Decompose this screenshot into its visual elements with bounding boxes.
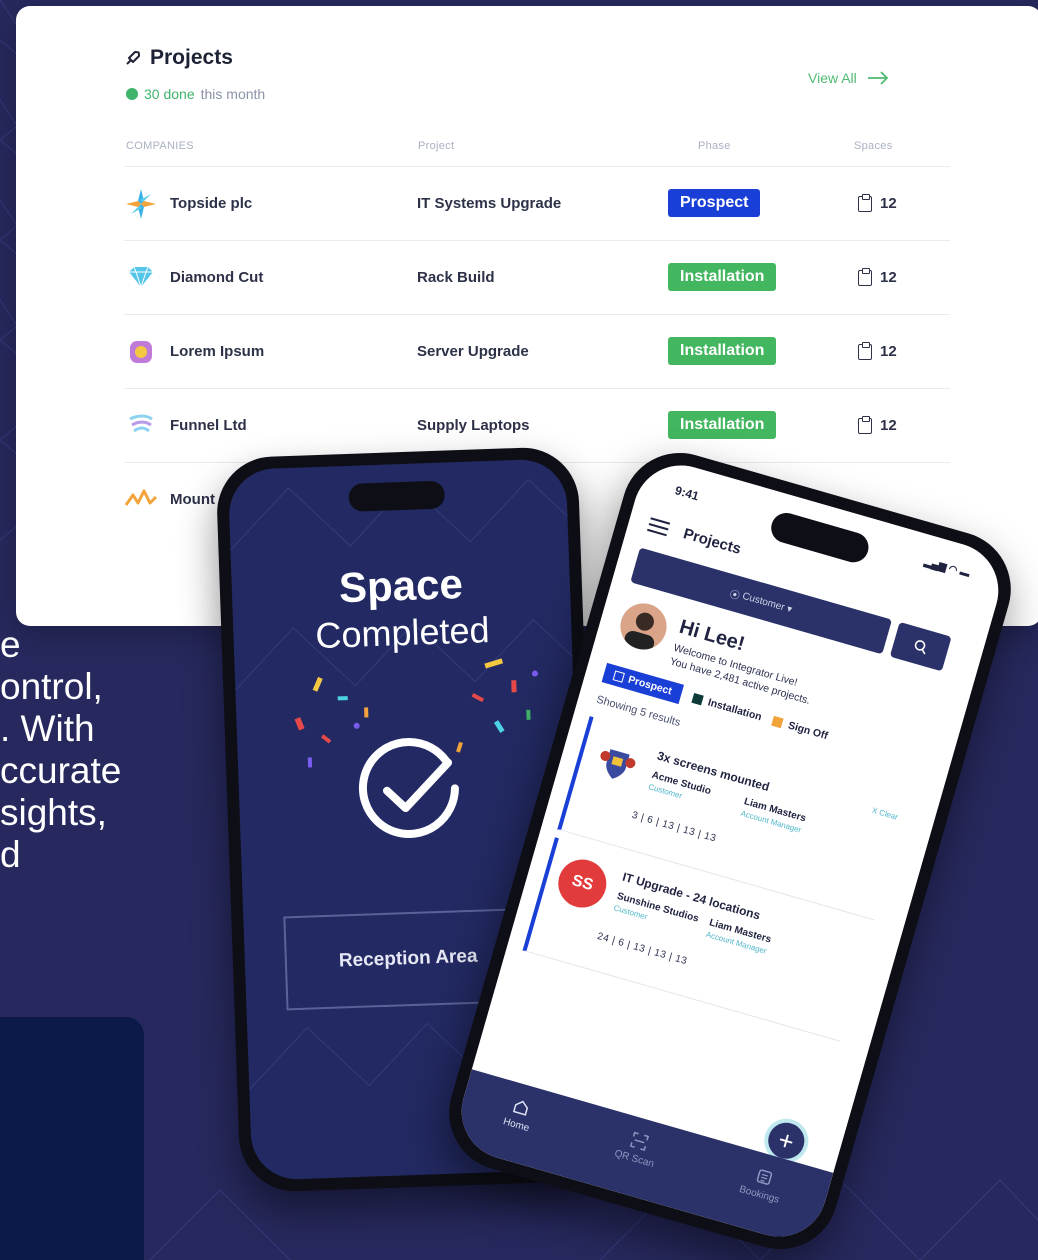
project-name: IT Systems Upgrade: [417, 195, 562, 212]
search-button[interactable]: [889, 621, 952, 672]
bookings-icon: [756, 1169, 772, 1185]
crest-logo-icon: [593, 738, 642, 787]
intro-line: . With: [0, 708, 95, 749]
projects-title: Projects: [124, 46, 233, 70]
projects-title-text: Projects: [150, 46, 233, 69]
spaces-value: 12: [880, 195, 897, 212]
intro-line: e: [0, 624, 21, 665]
phase-badge: Installation: [668, 263, 777, 291]
tab-label: Bookings: [737, 1183, 781, 1206]
intro-line: ccurate: [0, 750, 122, 791]
projects-subtitle: 30 done this month: [126, 86, 265, 102]
spaces-count: 12: [858, 267, 897, 286]
table-row[interactable]: Lorem Ipsum Server Upgrade Installation …: [124, 314, 950, 388]
dynamic-island: [767, 509, 873, 566]
dynamic-island: [348, 480, 446, 512]
clipboard-icon: [858, 415, 872, 434]
column-header-phase: Phase: [698, 140, 731, 152]
spaces-count: 12: [858, 415, 897, 434]
done-count: 30 done: [144, 86, 195, 102]
company-name: Diamond Cut: [170, 269, 264, 286]
plus-icon: +: [775, 1123, 798, 1157]
cta-panel: [0, 1017, 144, 1260]
diamond-logo-icon: [129, 266, 153, 289]
user-photo-icon: [615, 598, 672, 655]
topside-logo-icon: [126, 189, 156, 219]
project-name: Server Upgrade: [417, 343, 529, 360]
spaces-count: 12: [858, 193, 897, 212]
tab-home[interactable]: Home: [502, 1095, 537, 1134]
avatar: [615, 598, 672, 655]
column-header-companies: COMPANIES: [126, 140, 194, 152]
tab-label: QR Scan: [613, 1148, 656, 1170]
customer-select[interactable]: ⦿ Customer ▾: [630, 547, 893, 655]
spaces-value: 12: [880, 343, 897, 360]
spaces-count: 12: [858, 341, 897, 360]
company-name: Lorem Ipsum: [170, 343, 265, 360]
phase-badge: Installation: [668, 337, 777, 365]
lorem-logo-icon: [130, 341, 152, 363]
clipboard-icon: [858, 267, 872, 286]
intro-paragraph: e ontrol, . With ccurate sights, d: [0, 624, 200, 876]
table-row[interactable]: Topside plc IT Systems Upgrade Prospect …: [124, 166, 950, 240]
funnel-logo-icon: [129, 414, 153, 433]
check-circle-icon: [359, 738, 459, 838]
view-all-link[interactable]: View All: [808, 70, 889, 86]
legend-label: Sign Off: [786, 719, 830, 743]
badge-initials: SS: [569, 871, 596, 895]
arrow-right-icon: [867, 71, 889, 85]
manager-info: Liam Masters Account Manager: [704, 917, 773, 958]
tab-bookings[interactable]: Bookings: [738, 1163, 787, 1206]
clipboard-icon: [858, 341, 872, 360]
company-name: Topside plc: [170, 195, 253, 212]
clear-filter-link[interactable]: X Clear: [871, 806, 899, 822]
phase-badge: Prospect: [668, 189, 761, 217]
spaces-value: 12: [880, 269, 897, 286]
phase-badge: Installation: [668, 411, 777, 439]
column-header-project: Project: [418, 140, 455, 152]
qr-scan-icon: [629, 1131, 649, 1151]
area-label: Reception Area: [338, 945, 478, 972]
column-header-spaces: Spaces: [854, 140, 893, 152]
status-dot-icon: [126, 88, 138, 100]
mount-logo-icon: [124, 489, 158, 506]
search-icon: [914, 640, 926, 655]
legend-label: Installation: [706, 696, 764, 724]
tab-label: Home: [501, 1116, 531, 1135]
menu-icon[interactable]: [646, 517, 671, 540]
intro-line: ontrol,: [0, 666, 103, 707]
bottom-tab-bar: Home QR Scan Bookings: [450, 1069, 834, 1248]
legend-installation[interactable]: Installation: [691, 692, 763, 723]
project-stats: 3 | 6 | 13 | 13 | 13: [630, 809, 718, 845]
done-period: this month: [200, 86, 266, 102]
signal-battery-icon: ▂▄▆ ◠ ▬: [922, 556, 971, 581]
project-stats: 24 | 6 | 13 | 13 | 13: [595, 930, 689, 968]
legend-sign-off[interactable]: Sign Off: [771, 715, 829, 742]
spaces-value: 12: [880, 417, 897, 434]
intro-line: d: [0, 834, 21, 875]
customer-select-label: Customer: [741, 590, 786, 613]
home-icon: [512, 1100, 529, 1116]
table-row[interactable]: Diamond Cut Rack Build Installation 12: [124, 240, 950, 314]
manager-info: Liam Masters Account Manager: [739, 796, 808, 837]
rocket-icon: [126, 51, 140, 65]
tab-qr-scan[interactable]: QR Scan: [613, 1127, 661, 1170]
status-time: 9:41: [673, 483, 701, 504]
legend-label: Prospect: [626, 673, 674, 698]
clipboard-icon: [858, 193, 872, 212]
project-name: Supply Laptops: [417, 417, 530, 434]
project-name: Rack Build: [417, 269, 495, 286]
app-title: Projects: [681, 525, 743, 558]
view-all-label: View All: [808, 70, 857, 86]
intro-line: sights,: [0, 792, 107, 833]
company-name: Funnel Ltd: [170, 417, 247, 434]
chevron-down-icon: ▾: [782, 602, 794, 615]
